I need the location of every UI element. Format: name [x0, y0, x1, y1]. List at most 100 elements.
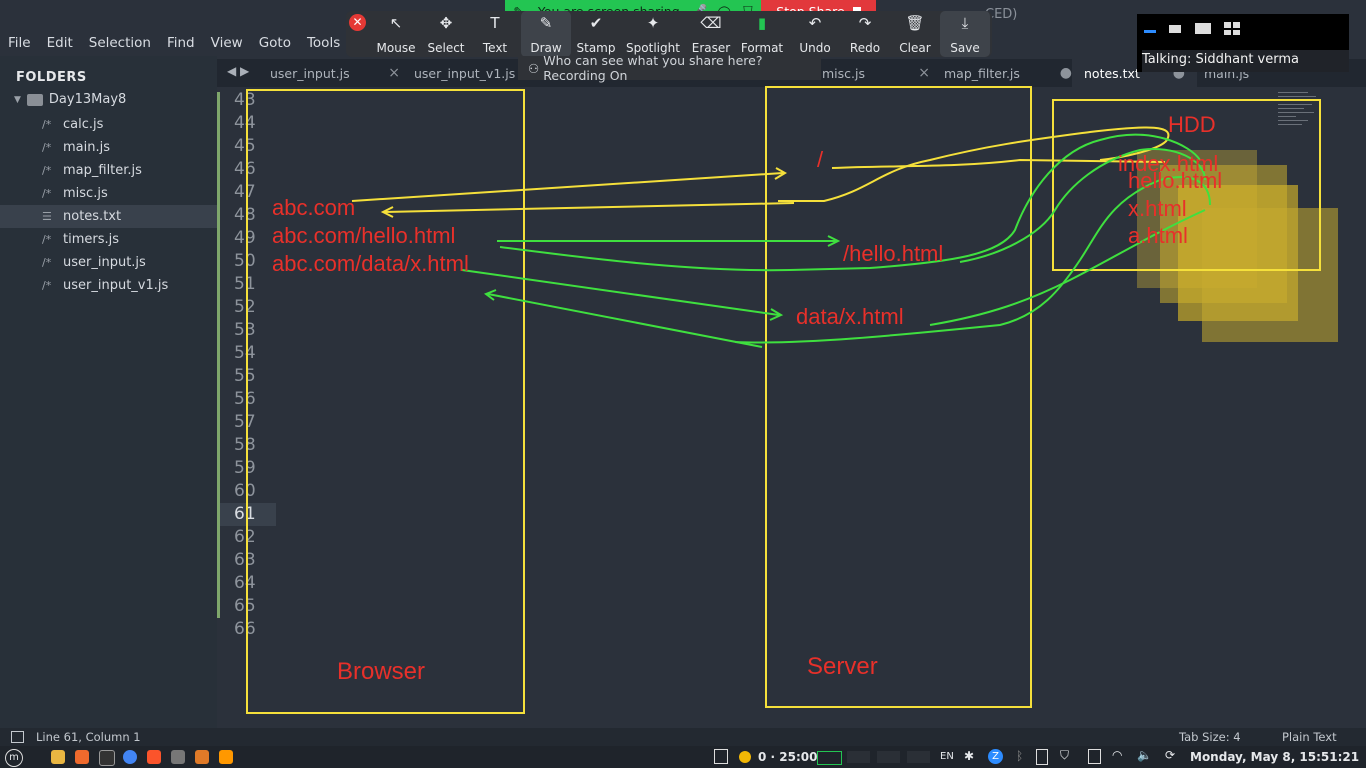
- arrow-green: [827, 235, 841, 247]
- sidebar-file-notes[interactable]: ☰ notes.txt: [0, 205, 217, 228]
- tab-user-input[interactable]: user_input.js ×: [257, 59, 412, 87]
- syntax-mode[interactable]: Plain Text: [1282, 730, 1337, 744]
- tool-save[interactable]: ⤓ Save: [940, 11, 990, 57]
- file-label: user_input_v1.js: [63, 278, 169, 293]
- pomodoro-timer: 0 · 25:00: [758, 750, 818, 764]
- tool-label: Mouse: [376, 41, 416, 55]
- arrow-yellow: [384, 202, 795, 213]
- calculator-icon[interactable]: [171, 750, 185, 764]
- app-icon[interactable]: [195, 750, 209, 764]
- tab-label: user_input_v1.js: [414, 65, 516, 81]
- terminal-icon[interactable]: [99, 750, 115, 766]
- caret-down-icon[interactable]: ▼: [14, 95, 21, 105]
- redo-icon: ↷: [858, 14, 872, 32]
- highlight-square: [1178, 185, 1298, 321]
- tab-misc[interactable]: misc.js ×: [812, 59, 942, 87]
- keyboard-layout[interactable]: EN: [940, 751, 954, 762]
- tool-draw[interactable]: ✎ Draw: [521, 11, 571, 57]
- tab-user-input-v1[interactable]: user_input_v1.js: [402, 59, 534, 87]
- line-number: 62: [234, 527, 256, 547]
- notes-tray-icon[interactable]: [1088, 749, 1101, 764]
- tool-redo[interactable]: ↷ Redo: [837, 11, 893, 57]
- minimize-icon[interactable]: [1144, 30, 1156, 33]
- workspace-3[interactable]: [877, 751, 900, 763]
- network-tray-icon[interactable]: ✱: [964, 749, 974, 763]
- tool-eraser[interactable]: ⌫ Eraser: [683, 11, 739, 57]
- text-file-icon: ☰: [42, 210, 52, 223]
- sidebar-file-user-input-v1[interactable]: /* user_input_v1.js: [0, 274, 217, 297]
- taskbar: m 0 · 25:00 EN ✱ Z ᛒ ⛉ ◠ 🔈 ⟳ Monday, May…: [0, 746, 1366, 768]
- sidebar-file-map-filter[interactable]: /* map_filter.js: [0, 159, 217, 182]
- sidebar-file-calc[interactable]: /* calc.js: [0, 113, 217, 136]
- server-box: [765, 86, 1032, 708]
- tab-map-filter[interactable]: map_filter.js ●: [932, 59, 1084, 87]
- large-view-icon[interactable]: [1195, 23, 1211, 34]
- js-file-icon: /*: [42, 164, 52, 177]
- note-icon[interactable]: [714, 749, 728, 764]
- firefox-icon[interactable]: [75, 750, 89, 764]
- volume-icon[interactable]: 🔈: [1137, 748, 1152, 762]
- tool-select[interactable]: ✥ Select: [418, 11, 474, 57]
- bluetooth-icon[interactable]: ᛒ: [1016, 749, 1023, 763]
- minimap[interactable]: [1278, 90, 1320, 170]
- clock[interactable]: Monday, May 8, 15:51:21: [1190, 750, 1359, 764]
- check-icon: ✔: [589, 14, 603, 32]
- menu-file[interactable]: File: [0, 35, 39, 51]
- file-label: user_input.js: [63, 255, 146, 270]
- trash-icon: 🗑: [905, 14, 925, 32]
- menu-view[interactable]: View: [203, 35, 251, 51]
- gallery-view-icon[interactable]: [1224, 22, 1240, 35]
- menu-selection[interactable]: Selection: [81, 35, 159, 51]
- workspace-1[interactable]: [817, 751, 842, 765]
- line-number: 45: [234, 136, 256, 156]
- workspace-2[interactable]: [847, 751, 870, 763]
- sidebar-file-timers[interactable]: /* timers.js: [0, 228, 217, 251]
- line-number: 60: [234, 481, 256, 501]
- shield-tray-icon[interactable]: ⛉: [1060, 748, 1069, 763]
- line-number: 54: [234, 343, 256, 363]
- sublime-text-icon[interactable]: [219, 750, 233, 764]
- js-file-icon: /*: [42, 256, 52, 269]
- folder-day13may8[interactable]: ▼ Day13May8: [14, 92, 126, 107]
- workspace-4[interactable]: [907, 751, 930, 763]
- browser-label: Browser: [337, 658, 425, 685]
- eraser-icon: ⌫: [700, 14, 722, 32]
- tool-mouse[interactable]: ↖ Mouse: [368, 11, 424, 57]
- sidebar-file-misc[interactable]: /* misc.js: [0, 182, 217, 205]
- view-controls: [1137, 14, 1349, 44]
- tool-spotlight[interactable]: ✦ Spotlight: [625, 11, 681, 57]
- sidebar-file-main[interactable]: /* main.js: [0, 136, 217, 159]
- update-icon[interactable]: ⟳: [1165, 748, 1175, 762]
- tool-undo[interactable]: ↶ Undo: [787, 11, 843, 57]
- menu-logo-icon[interactable]: m: [5, 749, 23, 767]
- share-visibility-bar[interactable]: ⚇ Who can see what you share here? Recor…: [518, 53, 821, 83]
- menu-tools[interactable]: Tools: [299, 35, 348, 51]
- zoom-tray-icon[interactable]: Z: [988, 749, 1003, 764]
- tool-format[interactable]: ▮ Format: [734, 11, 790, 57]
- chrome-icon[interactable]: [123, 750, 137, 764]
- wifi-icon[interactable]: ◠: [1112, 748, 1122, 762]
- file-label: notes.txt: [63, 209, 122, 224]
- tool-text[interactable]: T Text: [467, 11, 523, 57]
- sidebar-file-user-input[interactable]: /* user_input.js: [0, 251, 217, 274]
- tool-clear[interactable]: 🗑 Clear: [887, 11, 943, 57]
- files-app-icon[interactable]: [51, 750, 65, 764]
- tab-nav-arrows-icon[interactable]: ◀ ▶: [227, 64, 249, 78]
- small-view-icon[interactable]: [1169, 25, 1181, 33]
- arrow-yellow: [831, 158, 1166, 169]
- tool-stamp[interactable]: ✔ Stamp: [568, 11, 624, 57]
- panel-toggle-icon[interactable]: [11, 731, 24, 743]
- clipboard-icon[interactable]: [1036, 749, 1048, 765]
- close-toolbar-button[interactable]: ✕: [349, 14, 366, 31]
- tool-label: Save: [950, 41, 980, 55]
- menu-find[interactable]: Find: [159, 35, 203, 51]
- menu-edit[interactable]: Edit: [39, 35, 81, 51]
- line-number: 59: [234, 458, 256, 478]
- tab-size[interactable]: Tab Size: 4: [1179, 730, 1241, 744]
- menu-goto[interactable]: Goto: [251, 35, 299, 51]
- format-color-icon: ▮: [757, 14, 767, 32]
- pen-icon: ✎: [539, 14, 553, 32]
- pomodoro-icon[interactable]: [739, 751, 751, 763]
- hdd-file-label: index.html: [1118, 151, 1218, 176]
- brave-icon[interactable]: [147, 750, 161, 764]
